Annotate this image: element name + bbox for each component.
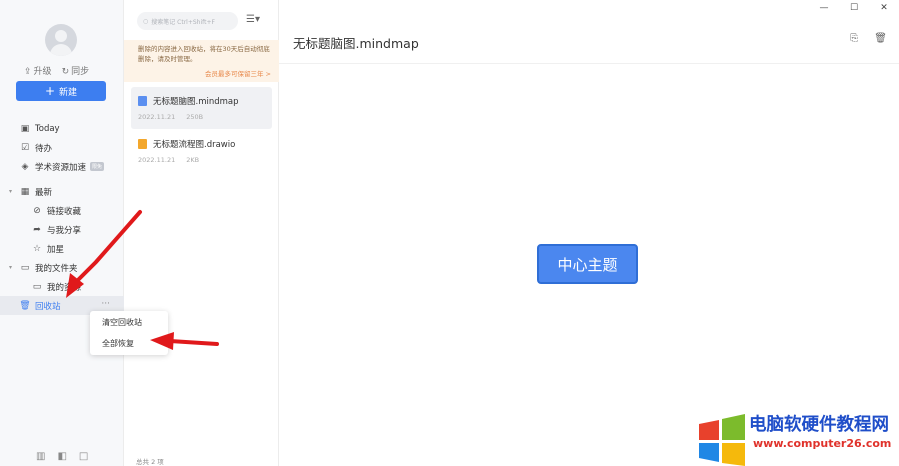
two-column-layout-icon[interactable]: ◧ [57, 451, 66, 462]
folder-icon: ▭ [20, 262, 30, 273]
sidebar-nav: ▣ Today ☑ 待办 ◈ 学术资源加速 限免 ▾ ▦ 最新 ⊘ 链接收藏 ➦… [0, 119, 124, 315]
link-icon: ⊘ [33, 205, 41, 216]
sidebar-item-academic[interactable]: ◈ 学术资源加速 限免 [0, 157, 124, 176]
sidebar-item-today[interactable]: ▣ Today [0, 119, 124, 138]
file-size: 250B [186, 113, 204, 121]
sidebar-item-label: 学术资源加速 [35, 162, 87, 173]
divider [279, 63, 899, 64]
file-date: 2022.11.21 [138, 156, 176, 164]
single-column-layout-icon[interactable]: □ [79, 451, 88, 462]
editor-area: — ☐ ✕ 无标题脑图.mindmap ⎘ 🗑 中心主题 [279, 0, 899, 466]
list-item[interactable]: 无标题脑图.mindmap 2022.11.21 250B [131, 87, 272, 129]
sidebar-item-label: 回收站 [35, 301, 61, 312]
menu-item-restore-all[interactable]: 全部恢复 [90, 333, 168, 354]
upgrade-button[interactable]: ⇪ 升级 [24, 64, 52, 77]
mindmap-file-icon [138, 96, 147, 106]
file-name-row: 无标题流程图.drawio [138, 138, 235, 150]
file-name-row: 无标题脑图.mindmap [138, 95, 239, 107]
watermark-title: 电脑软硬件教程网 [749, 415, 889, 435]
account-actions: ⇪ 升级 ↻ 同步 [24, 64, 89, 77]
document-title: 无标题脑图.mindmap [293, 36, 419, 51]
sync-label: 同步 [71, 67, 90, 77]
file-meta: 2022.11.21 250B [138, 113, 203, 121]
sync-button[interactable]: ↻ 同步 [62, 64, 90, 77]
chevron-down-icon[interactable]: ▾ [9, 188, 19, 195]
share-icon: ➦ [33, 224, 41, 235]
context-menu: 清空回收站 全部恢复 [90, 311, 168, 355]
sidebar: ⇪ 升级 ↻ 同步 + 新建 ▣ Today ☑ 待办 ◈ 学术资源加速 限免 ▾ [0, 0, 124, 466]
rocket-icon: ◈ [21, 161, 29, 172]
list-item[interactable]: 无标题流程图.drawio 2022.11.21 2KB [131, 130, 272, 172]
watermark-url: www.computer26.com [753, 437, 892, 450]
note-list-panel: ○ 搜索笔记 Ctrl+Shift+F ☰▾ 删除的内容进入回收站，将在30天后… [124, 0, 279, 466]
delete-icon[interactable]: 🗑 [874, 33, 887, 44]
sidebar-item-my-resources[interactable]: ▭ 我的资源 [0, 277, 124, 296]
folder-icon: ▭ [32, 281, 42, 292]
more-options-icon[interactable]: ··· [101, 299, 110, 309]
sidebar-item-label: 我的文件夹 [35, 263, 78, 274]
app-window: ⇪ 升级 ↻ 同步 + 新建 ▣ Today ☑ 待办 ◈ 学术资源加速 限免 ▾ [0, 0, 899, 466]
sidebar-item-label: 待办 [35, 143, 53, 154]
search-icon: ○ [143, 17, 149, 25]
maximize-icon[interactable]: ☐ [839, 0, 869, 16]
new-button[interactable]: + 新建 [16, 81, 106, 101]
recycle-notice: 删除的内容进入回收站，将在30天后自动彻底删除，请及时管理。 会员最多可保留三年… [124, 40, 279, 82]
drawio-file-icon [138, 139, 147, 149]
sidebar-item-label: 加星 [47, 244, 65, 255]
membership-link[interactable]: 会员最多可保留三年 > [205, 69, 271, 79]
mindmap-center-node[interactable]: 中心主题 [537, 244, 638, 284]
upgrade-icon: ⇪ [24, 67, 32, 77]
layout-switcher: ▥ ◧ □ [36, 451, 88, 462]
file-size: 2KB [186, 156, 200, 164]
checkbox-icon: ☑ [20, 142, 30, 153]
sidebar-item-recent[interactable]: ▾ ▦ 最新 [0, 182, 124, 201]
sort-menu-icon[interactable]: ☰▾ [246, 14, 260, 25]
sidebar-item-label: 最新 [35, 187, 53, 198]
file-meta: 2022.11.21 2KB [138, 156, 199, 164]
sidebar-item-label: 与我分享 [47, 225, 82, 236]
upgrade-label: 升级 [33, 67, 52, 77]
trash-icon: 🗑 [19, 300, 31, 311]
file-date: 2022.11.21 [138, 113, 176, 121]
grid-icon: ▦ [20, 186, 30, 197]
sidebar-item-links[interactable]: ⊘ 链接收藏 [0, 201, 124, 220]
sidebar-item-starred[interactable]: ☆ 加星 [0, 239, 124, 258]
window-controls: — ☐ ✕ [809, 0, 899, 16]
sidebar-item-shared[interactable]: ➦ 与我分享 [0, 220, 124, 239]
search-input[interactable]: ○ 搜索笔记 Ctrl+Shift+F [137, 12, 238, 30]
free-badge: 限免 [90, 162, 105, 171]
document-toolbar: ⎘ 🗑 [850, 33, 887, 44]
menu-item-empty-recycle-bin[interactable]: 清空回收站 [90, 312, 168, 333]
search-placeholder: 搜索笔记 Ctrl+Shift+F [151, 18, 215, 26]
close-icon[interactable]: ✕ [869, 0, 899, 16]
calendar-icon: ▣ [20, 123, 30, 134]
watermark: 电脑软硬件教程网 www.computer26.com [695, 404, 899, 466]
sidebar-item-label: Today [35, 123, 60, 134]
file-name: 无标题脑图.mindmap [153, 97, 239, 107]
sidebar-item-todo[interactable]: ☑ 待办 [0, 138, 124, 157]
plus-icon: + [44, 84, 56, 98]
star-icon: ☆ [32, 243, 42, 254]
item-count: 总共 2 项 [136, 458, 164, 466]
three-column-layout-icon[interactable]: ▥ [36, 451, 45, 462]
minimize-icon[interactable]: — [809, 0, 839, 16]
file-name: 无标题流程图.drawio [153, 140, 236, 150]
sidebar-item-label: 我的资源 [47, 282, 82, 293]
avatar[interactable] [45, 24, 77, 56]
sync-icon: ↻ [61, 67, 70, 77]
sidebar-item-my-folders[interactable]: ▾ ▭ 我的文件夹 [0, 258, 124, 277]
restore-file-icon[interactable]: ⎘ [850, 33, 858, 44]
windows-logo-icon [699, 414, 745, 466]
notice-text: 删除的内容进入回收站，将在30天后自动彻底删除，请及时管理。 [138, 45, 270, 63]
chevron-down-icon[interactable]: ▾ [9, 264, 19, 271]
sidebar-item-label: 链接收藏 [47, 206, 82, 217]
new-button-label: 新建 [59, 87, 78, 98]
